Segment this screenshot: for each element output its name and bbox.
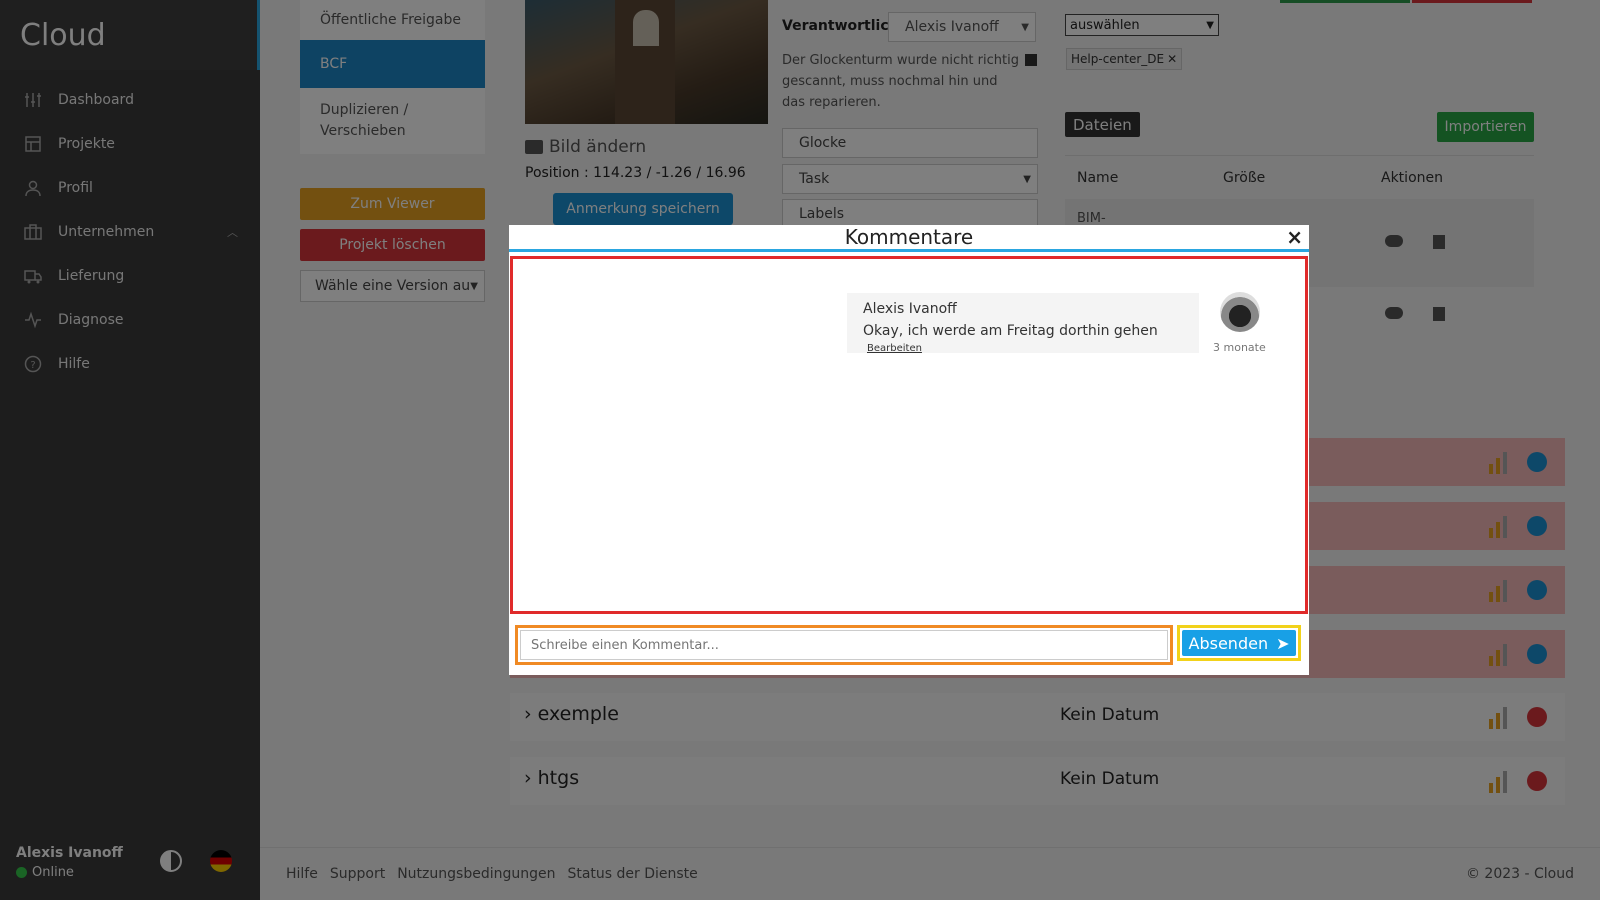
comment-time: 3 monate xyxy=(1213,341,1266,354)
comment-text: Okay, ich werde am Freitag dorthin gehen xyxy=(863,323,1158,339)
modal-title: Kommentare xyxy=(844,225,974,249)
comments-modal: Kommentare × Alexis Ivanoff Okay, ich we… xyxy=(509,225,1309,675)
comments-list: Alexis Ivanoff Okay, ich werde am Freita… xyxy=(510,256,1308,614)
send-button-label: Absenden xyxy=(1188,633,1269,653)
avatar xyxy=(1220,292,1260,332)
comment-text-line: Okay, ich werde am Freitag dorthin gehen… xyxy=(863,323,1183,355)
modal-header: Kommentare × xyxy=(509,225,1309,252)
comment-bubble: Alexis Ivanoff Okay, ich werde am Freita… xyxy=(847,293,1199,355)
comment-author: Alexis Ivanoff xyxy=(863,301,957,317)
send-button[interactable]: Absenden ➤ xyxy=(1182,630,1296,656)
comment-input-wrapper xyxy=(515,625,1173,665)
close-icon[interactable]: × xyxy=(1286,225,1303,249)
send-button-wrapper: Absenden ➤ xyxy=(1177,625,1301,661)
edit-comment-link[interactable]: Bearbeiten xyxy=(867,343,922,354)
comment-input[interactable] xyxy=(520,630,1168,660)
paper-plane-icon: ➤ xyxy=(1276,633,1290,653)
